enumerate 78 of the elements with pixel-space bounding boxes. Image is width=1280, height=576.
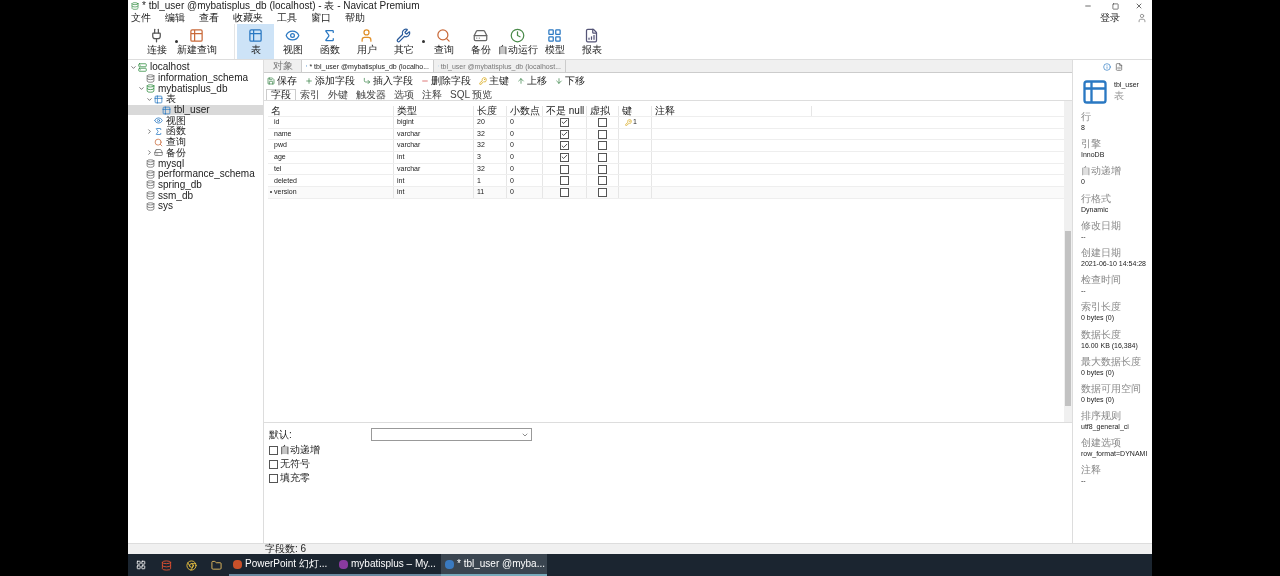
tree-item[interactable]: information_schema (128, 72, 263, 84)
tree-item[interactable]: 表 (128, 94, 263, 105)
toolbar-button[interactable]: 自动运行 (499, 24, 536, 59)
column-header: 类型 (394, 106, 474, 116)
object-type: 表 (1114, 91, 1125, 101)
toolbar-button[interactable]: 视图 (274, 24, 311, 59)
property-label: 修改日期 (1081, 220, 1122, 231)
tree-item[interactable]: mysql (128, 158, 263, 169)
toolbar-button[interactable]: 新建查询 (178, 24, 215, 59)
default-label: 默认: (269, 429, 293, 440)
property-label: 行格式 (1081, 193, 1112, 204)
tree-item[interactable]: localhost (128, 62, 263, 73)
column-header: 名 (268, 106, 394, 116)
status-text: 字段数: 6 (265, 544, 307, 554)
property-label: 注释 (1081, 465, 1102, 476)
subtab[interactable]: 注释 (418, 89, 446, 100)
column-header: 长度 (474, 106, 507, 116)
property-label: 创建选项 (1081, 438, 1122, 449)
toolbar-button[interactable]: 备份 (462, 24, 499, 59)
editor-toolbar-button[interactable]: 主键 (479, 76, 509, 86)
tree-item[interactable]: 备份 (128, 147, 263, 159)
toolbar-button[interactable]: 函数 (311, 24, 348, 59)
menu-item[interactable]: 窗口 (311, 13, 331, 23)
tree-item[interactable]: performance_schema (128, 168, 263, 180)
column-header: 键 (619, 106, 652, 116)
menu-item[interactable]: 编辑 (165, 13, 185, 23)
property-label: 数据长度 (1081, 329, 1122, 340)
login-link[interactable]: 登录 (1100, 13, 1120, 23)
toolbar-button[interactable]: 连接 (138, 24, 175, 59)
tree-item[interactable]: 函数 (128, 126, 263, 137)
subtab[interactable]: 触发器 (352, 89, 390, 100)
tree-item[interactable]: 查询 (128, 136, 263, 148)
tree-item[interactable]: ssm_db (128, 190, 263, 201)
property-label: 排序规则 (1081, 411, 1122, 422)
column-header: 虚拟 (587, 106, 619, 116)
checkbox-label: 填充零 (280, 473, 310, 483)
window-title: * tbl_user @mybatisplus_db (localhost) - 表 - Navicat Premium (142, 1, 420, 11)
subtab[interactable]: 索引 (296, 89, 324, 100)
subtab[interactable]: 外键 (324, 89, 352, 100)
editor-toolbar-button[interactable]: 删除字段 (421, 76, 471, 86)
property-label: 创建日期 (1081, 247, 1122, 258)
tree-item[interactable]: mybatisplus_db (128, 83, 263, 95)
tree-item[interactable]: spring_db (128, 179, 263, 191)
taskbar-button[interactable]: * tbl_user @myba... (441, 554, 547, 576)
menu-item[interactable]: 收藏夹 (233, 13, 263, 23)
editor-toolbar-button[interactable]: 添加字段 (305, 76, 355, 86)
property-label: 数据可用空间 (1081, 383, 1142, 394)
editor-toolbar-button[interactable]: 下移 (555, 76, 585, 86)
subtab[interactable]: 选项 (390, 89, 418, 100)
menu-item[interactable]: 帮助 (345, 13, 365, 23)
checkbox-label: 无符号 (280, 459, 310, 469)
checkbox-label: 自动递增 (280, 445, 320, 455)
toolbar-button[interactable]: 其它 (385, 24, 422, 59)
column-header: 注释 (652, 106, 812, 116)
menu-item[interactable]: 文件 (131, 13, 151, 23)
property-label: 引擎 (1081, 139, 1102, 150)
menu-item[interactable]: 工具 (277, 13, 297, 23)
editor-toolbar-button[interactable]: 上移 (517, 76, 547, 86)
editor-toolbar-button[interactable]: 插入字段 (363, 76, 413, 86)
subtab[interactable]: SQL 预览 (446, 89, 497, 100)
tree-item[interactable]: 视图 (128, 115, 263, 127)
property-label: 自动递增 (1081, 166, 1122, 177)
toolbar-button[interactable]: 报表 (573, 24, 610, 59)
column-header: 不是 null (543, 106, 587, 116)
subtab[interactable]: 字段 (266, 89, 296, 100)
taskbar-button[interactable]: PowerPoint 幻灯... (229, 554, 335, 576)
property-label: 索引长度 (1081, 302, 1122, 313)
toolbar-button[interactable]: 表 (237, 24, 274, 59)
column-header: 小数点 (507, 106, 543, 116)
editor-toolbar-button[interactable]: 保存 (267, 76, 297, 86)
menu-item[interactable]: 查看 (199, 13, 219, 23)
property-label: 行 (1081, 112, 1092, 122)
property-label: 最大数据长度 (1081, 356, 1142, 367)
property-label: 检查时间 (1081, 275, 1122, 286)
tree-item[interactable]: tbl_user (128, 104, 263, 116)
toolbar-button[interactable]: 查询 (425, 24, 462, 59)
toolbar-button[interactable]: 用户 (348, 24, 385, 59)
tree-item[interactable]: sys (128, 200, 263, 212)
